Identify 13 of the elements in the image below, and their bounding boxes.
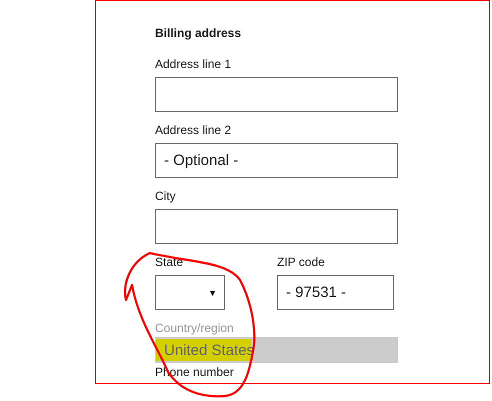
field-label: Country/region <box>155 321 235 335</box>
field-label: State <box>155 255 184 269</box>
input-field[interactable]: - 97531 - <box>277 275 394 310</box>
section-heading: Billing address <box>155 26 242 40</box>
input-field[interactable] <box>155 77 398 112</box>
dropdown-arrow-icon: ▼ <box>208 288 217 298</box>
field-label: City <box>155 189 177 203</box>
state-dropdown[interactable]: ▼ <box>155 275 225 310</box>
input-field[interactable]: - Optional - <box>155 143 398 178</box>
field-label: ZIP code <box>277 255 326 269</box>
input-field[interactable] <box>155 209 398 244</box>
field-label: Address line 2 <box>155 123 232 137</box>
field-label: Address line 1 <box>155 57 232 71</box>
